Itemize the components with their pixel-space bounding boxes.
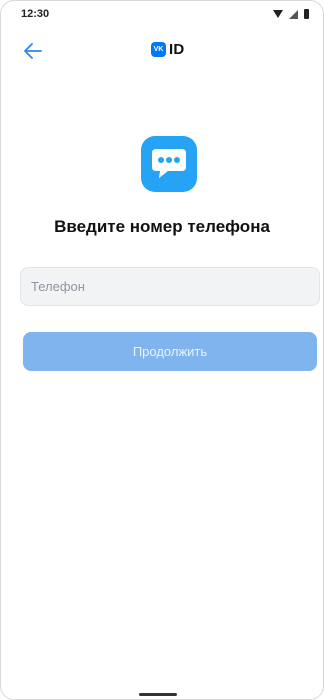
status-icons [273,9,309,19]
chat-bubble-glyph [152,149,186,178]
logo-text: ID [169,41,185,58]
battery-icon [304,9,309,19]
signal-icon [289,9,298,19]
home-indicator [139,693,177,696]
wifi-icon [273,10,283,18]
continue-button[interactable]: Продолжить [23,332,317,371]
chat-bubble-icon [141,136,197,192]
vk-logo-icon: VK [151,42,166,57]
phone-screen: 12:30 VK ID Введите номер телефона Продо… [0,0,324,700]
vkid-logo: VK ID [151,41,184,58]
page-title: Введите номер телефона [54,217,270,236]
status-bar: 12:30 [1,1,323,25]
phone-input[interactable] [20,267,320,306]
back-button[interactable] [21,39,45,63]
arrow-left-icon [24,43,42,59]
status-time: 12:30 [21,8,50,20]
